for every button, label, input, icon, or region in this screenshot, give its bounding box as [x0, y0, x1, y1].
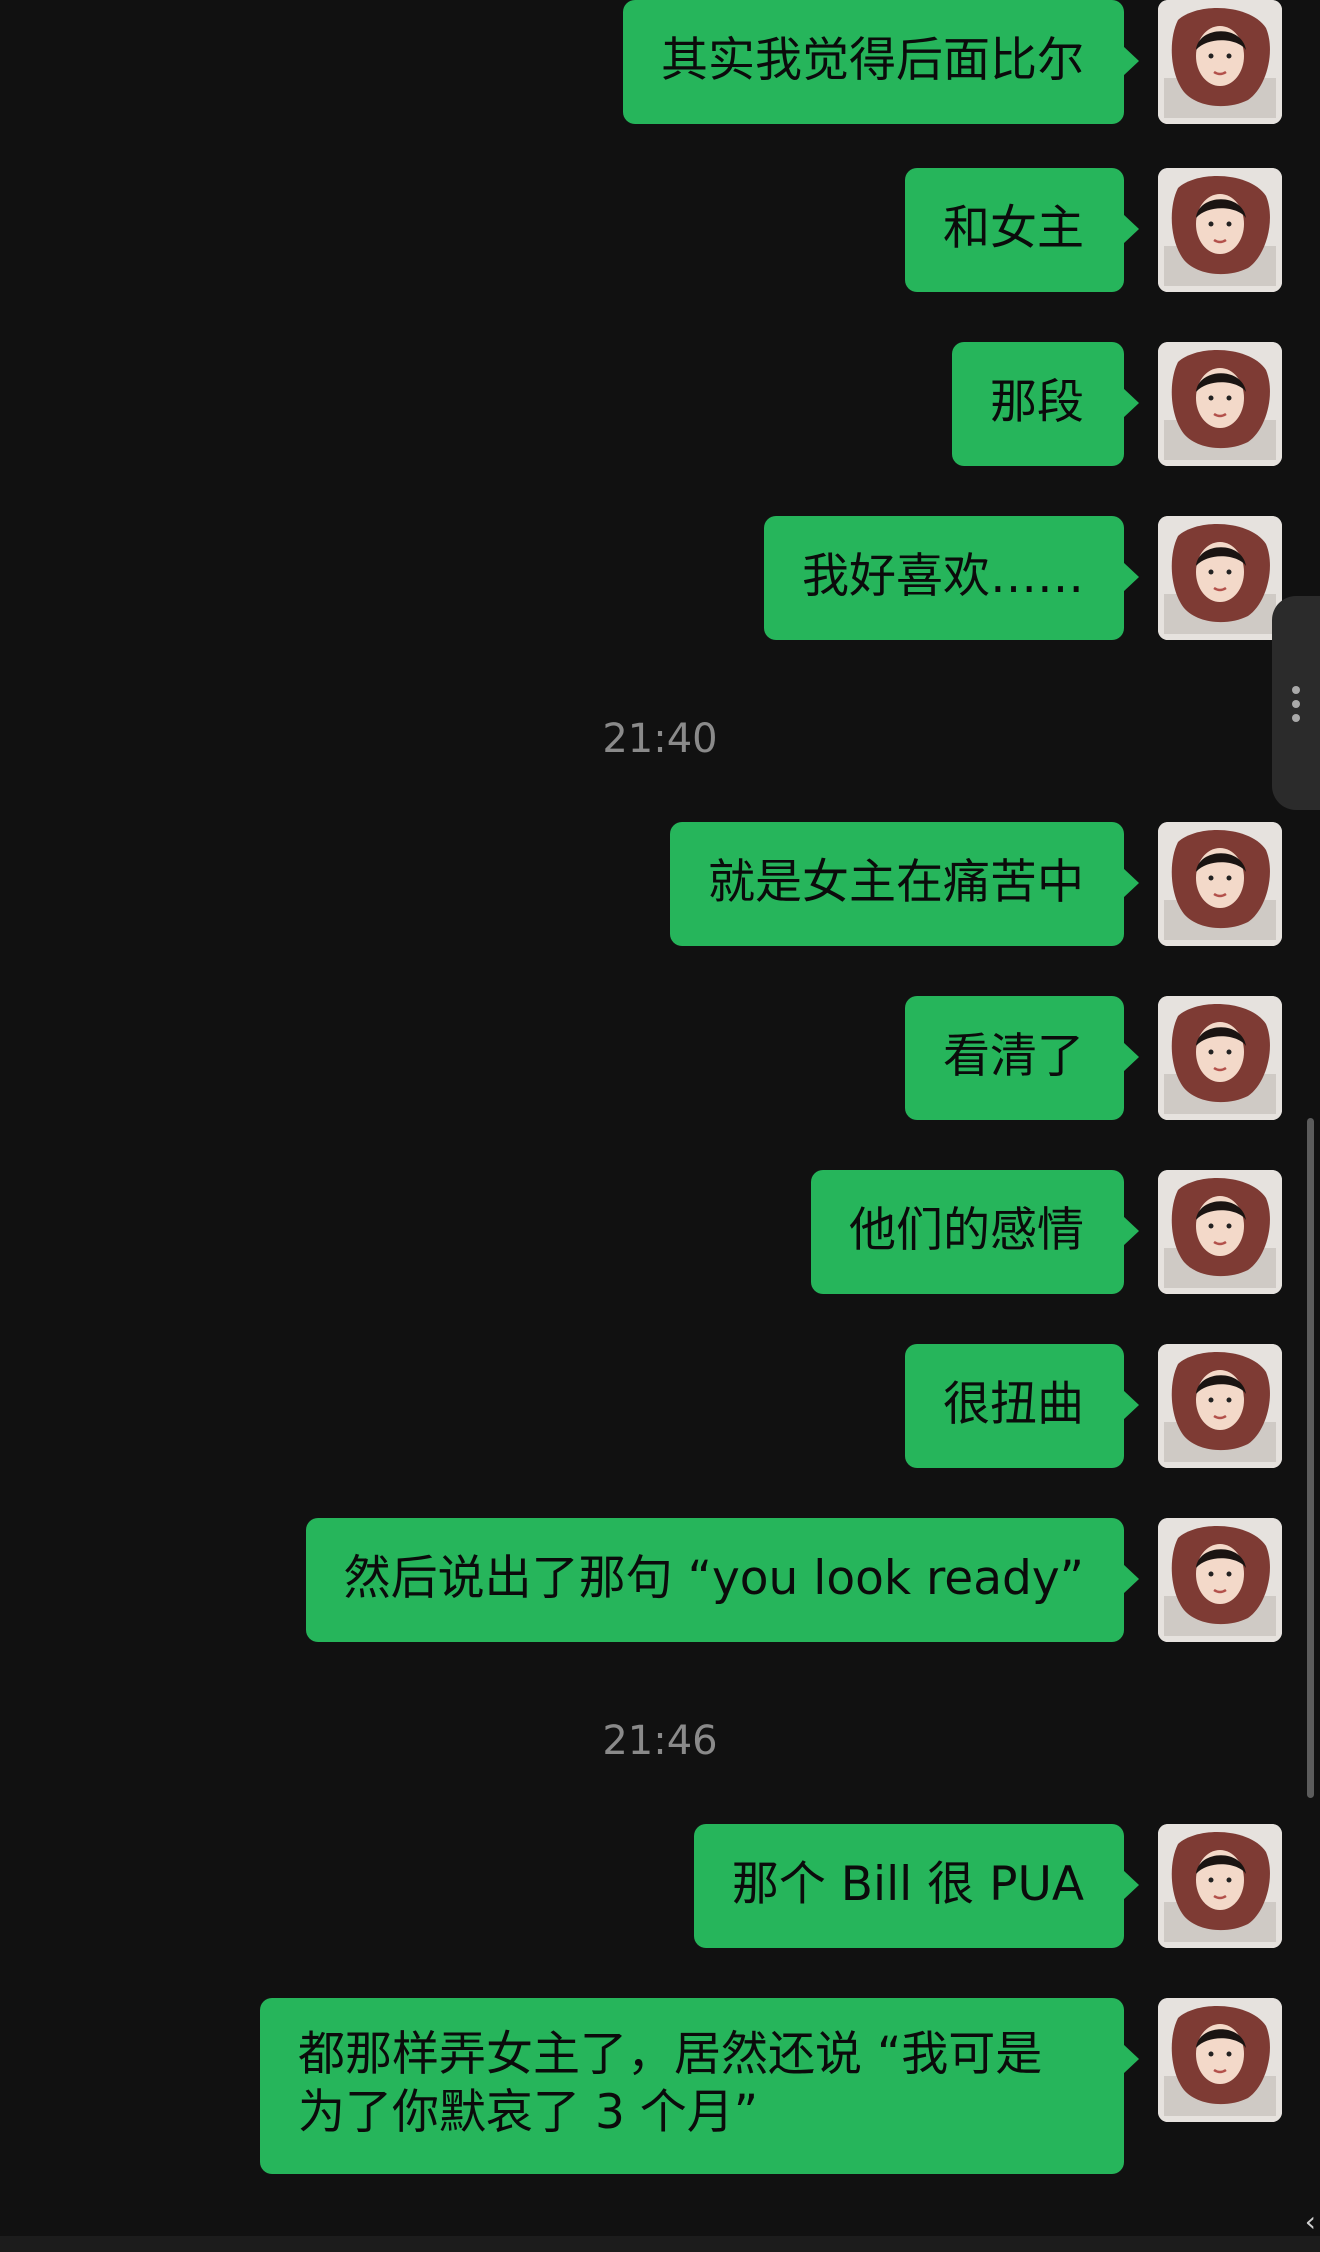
message-row: 然后说出了那句 “you look ready” [182, 1518, 1282, 1642]
avatar-image [1158, 0, 1282, 124]
message-row: 那段 [382, 342, 1282, 466]
message-row: 都那样弄女主了，居然还说 “我可是为了你默哀了 3 个月” [182, 1998, 1282, 2174]
avatar-image [1158, 1344, 1282, 1468]
message-row: 很扭曲 [382, 1344, 1282, 1468]
message-bubble[interactable]: 那个 Bill 很 PUA [693, 1824, 1140, 1948]
message-row: 和女主 [382, 168, 1282, 292]
avatar-image [1158, 1998, 1282, 2122]
message-row: 那个 Bill 很 PUA [382, 1824, 1282, 1948]
user-avatar[interactable] [1158, 168, 1282, 292]
bottom-edge-bar [0, 2236, 1320, 2252]
more-vertical-icon [1292, 700, 1300, 708]
avatar-image [1158, 1518, 1282, 1642]
user-avatar[interactable] [1158, 822, 1282, 946]
scrollbar-thumb[interactable] [1307, 1118, 1314, 1798]
message-row: 看清了 [382, 996, 1282, 1120]
avatar-image [1158, 822, 1282, 946]
more-vertical-icon [1292, 714, 1300, 722]
message-bubble[interactable]: 然后说出了那句 “you look ready” [305, 1518, 1140, 1642]
message-bubble[interactable]: 看清了 [905, 996, 1139, 1120]
message-row: 就是女主在痛苦中 [382, 822, 1282, 946]
user-avatar[interactable] [1158, 516, 1282, 640]
avatar-image [1158, 516, 1282, 640]
avatar-image [1158, 996, 1282, 1120]
message-timestamp: 21:40 [602, 716, 718, 762]
user-avatar[interactable] [1158, 996, 1282, 1120]
message-bubble[interactable]: 我好喜欢…… [764, 516, 1139, 640]
message-row: 其实我觉得后面比尔 [382, 0, 1282, 124]
user-avatar[interactable] [1158, 1170, 1282, 1294]
user-avatar[interactable] [1158, 1518, 1282, 1642]
message-bubble[interactable]: 和女主 [905, 168, 1139, 292]
chevron-left-icon[interactable]: ‹ [1305, 2208, 1316, 2236]
message-row: 我好喜欢…… [382, 516, 1282, 640]
message-bubble[interactable]: 他们的感情 [811, 1170, 1139, 1294]
more-vertical-icon [1292, 686, 1300, 694]
user-avatar[interactable] [1158, 1344, 1282, 1468]
message-bubble[interactable]: 很扭曲 [905, 1344, 1139, 1468]
message-bubble[interactable]: 就是女主在痛苦中 [670, 822, 1139, 946]
message-bubble[interactable]: 那段 [952, 342, 1139, 466]
avatar-image [1158, 168, 1282, 292]
message-timestamp: 21:46 [602, 1718, 718, 1764]
message-bubble[interactable]: 其实我觉得后面比尔 [623, 0, 1139, 124]
user-avatar[interactable] [1158, 1998, 1282, 2122]
side-panel-handle[interactable] [1272, 596, 1320, 810]
avatar-image [1158, 1170, 1282, 1294]
avatar-image [1158, 1824, 1282, 1948]
chat-message-list[interactable]: 其实我觉得后面比尔 和女主 那段 我好喜欢…… 21:40 就是女主在痛苦中 看… [0, 0, 1320, 2252]
user-avatar[interactable] [1158, 0, 1282, 124]
message-bubble[interactable]: 都那样弄女主了，居然还说 “我可是为了你默哀了 3 个月” [260, 1998, 1139, 2174]
user-avatar[interactable] [1158, 342, 1282, 466]
message-row: 他们的感情 [382, 1170, 1282, 1294]
avatar-image [1158, 342, 1282, 466]
user-avatar[interactable] [1158, 1824, 1282, 1948]
